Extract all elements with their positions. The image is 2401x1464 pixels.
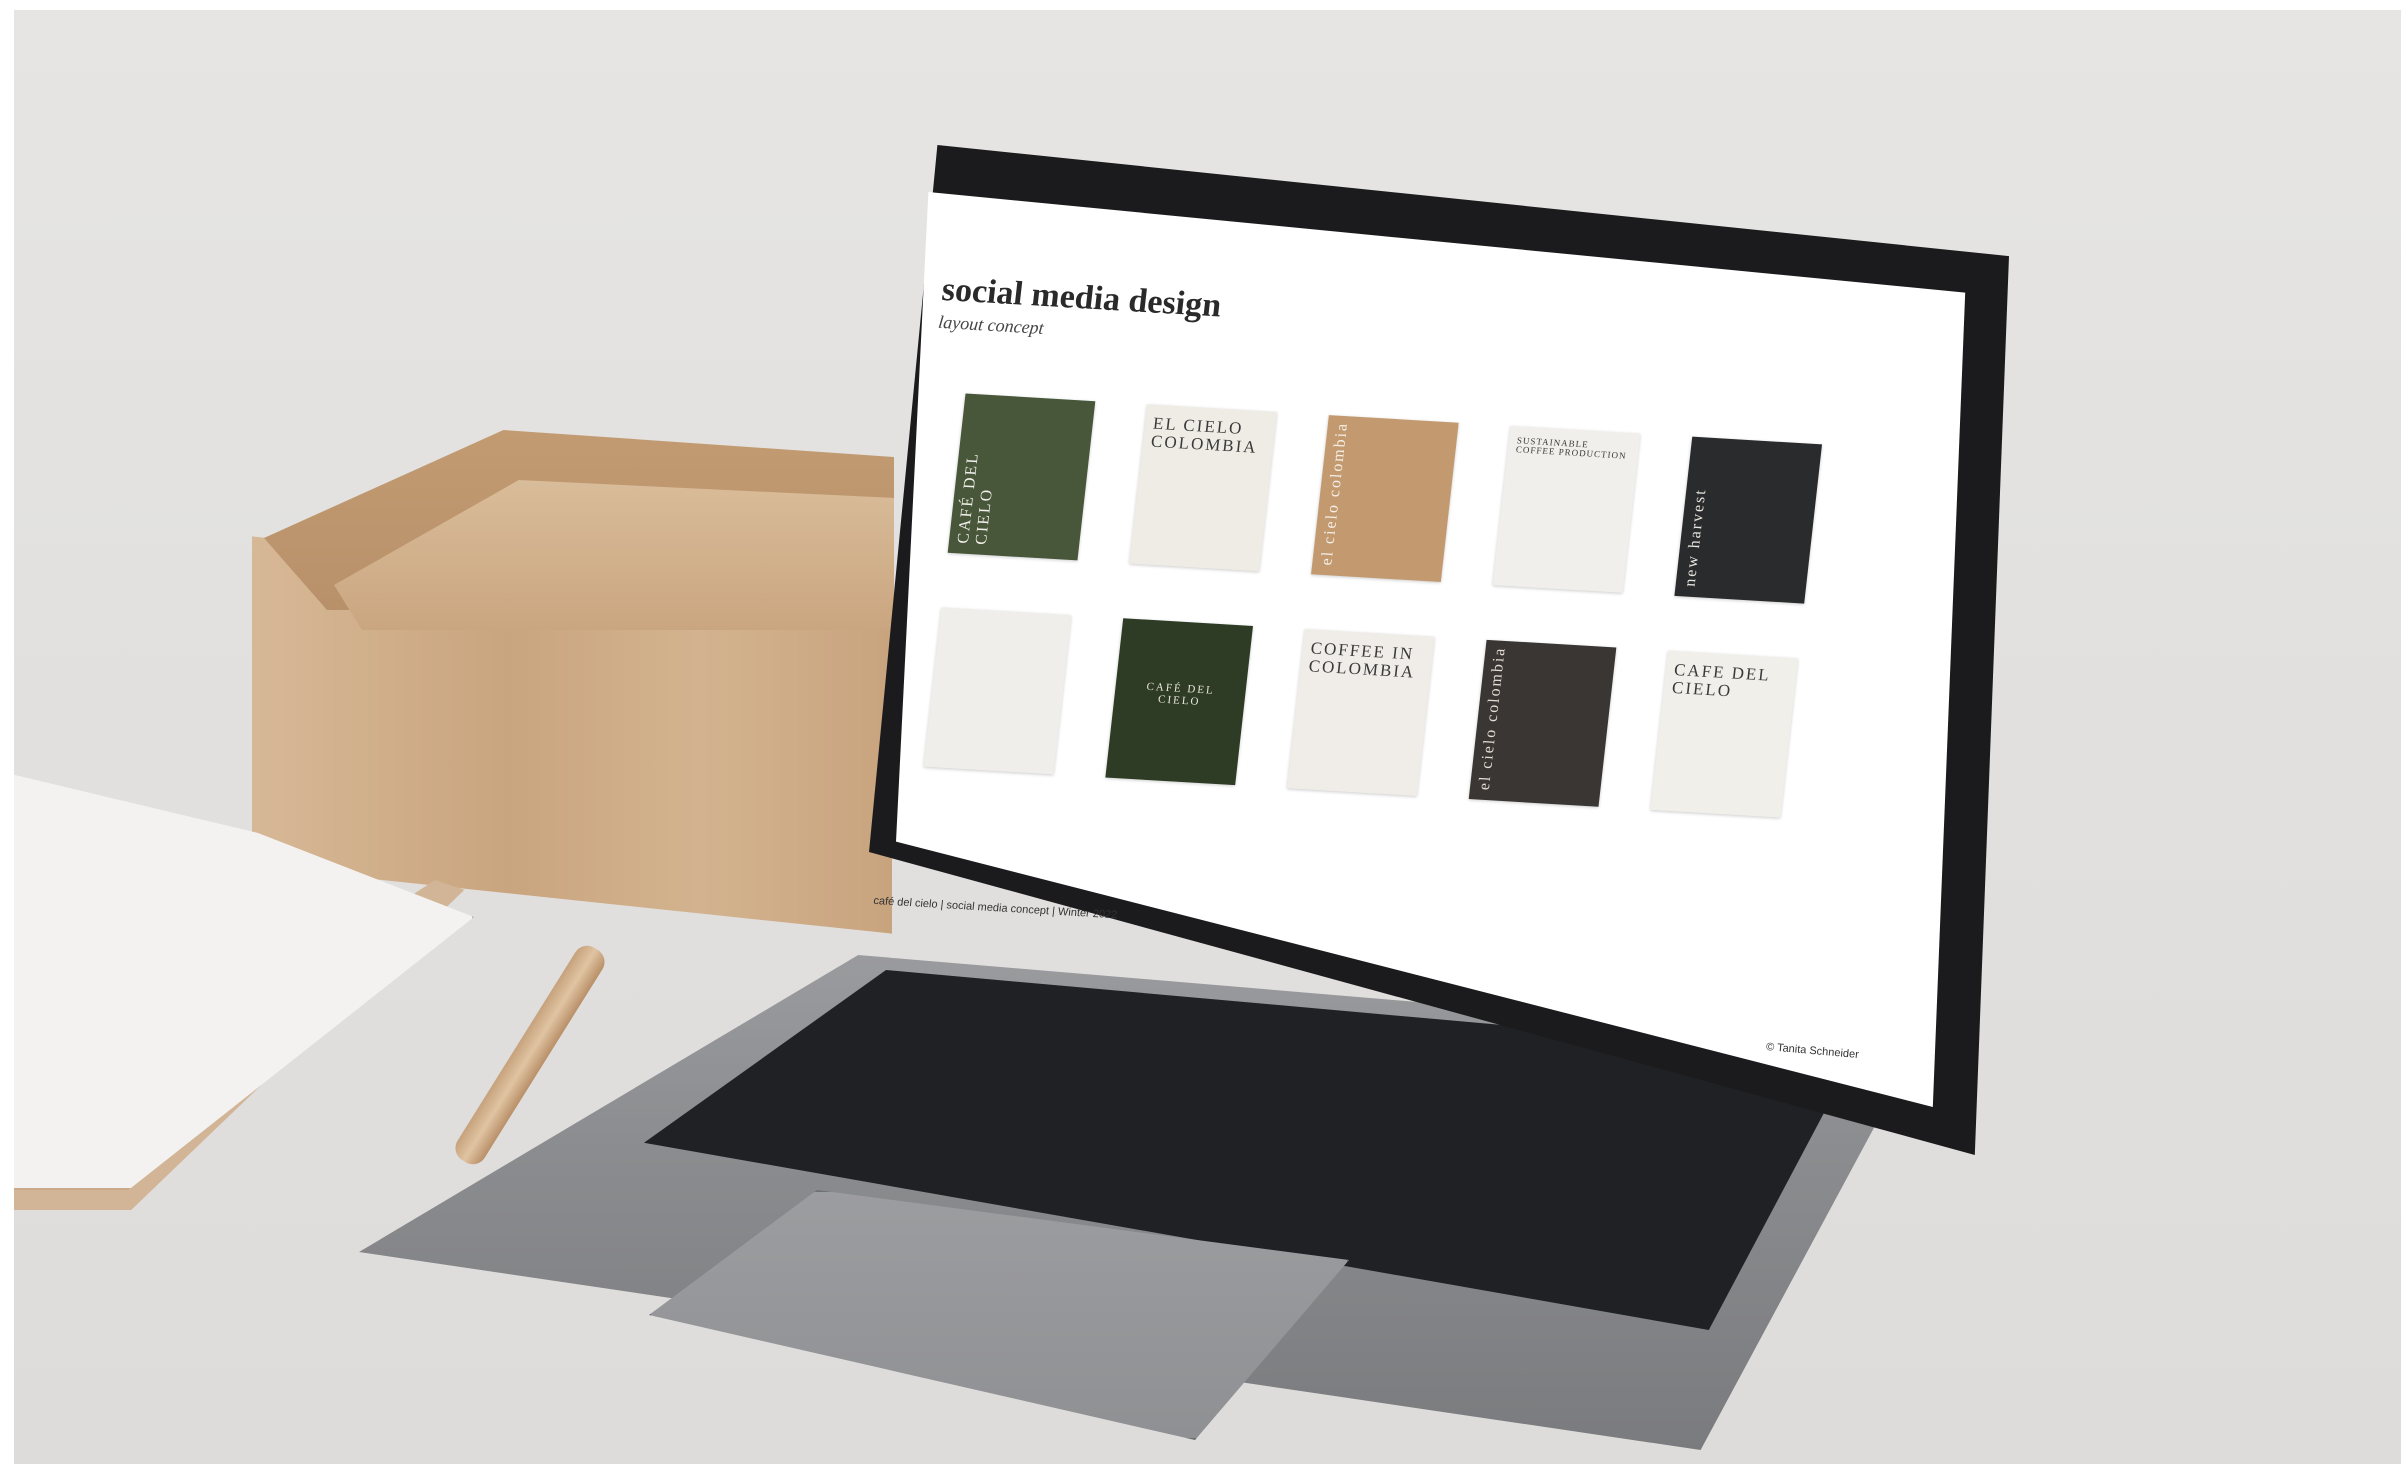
design-tile: new harvest bbox=[1674, 436, 1823, 604]
design-tile: COFFEE IN COLOMBIA bbox=[1287, 629, 1435, 796]
design-tile: CAFE DEL CIELO bbox=[1650, 650, 1799, 818]
design-tile: CAFÉ DEL CIELO bbox=[947, 393, 1096, 561]
design-tile bbox=[923, 607, 1072, 775]
design-tile: CAFÉ DEL CIELO bbox=[1105, 618, 1253, 786]
product-photo: social media design layout concept CAFÉ … bbox=[14, 10, 2401, 1464]
slide-footer: café del cielo | social media concept | … bbox=[872, 894, 1118, 922]
tile-label: CAFÉ DEL CIELO bbox=[954, 452, 997, 546]
tile-label: el cielo colombia bbox=[1475, 645, 1509, 791]
tile-label: CAFÉ DEL CIELO bbox=[1145, 680, 1216, 708]
design-tile: el cielo colombia bbox=[1311, 415, 1459, 583]
tile-label: COFFEE IN COLOMBIA bbox=[1307, 638, 1417, 682]
tile-label: el cielo colombia bbox=[1318, 421, 1352, 566]
design-tile: EL CIELO COLOMBIA bbox=[1129, 404, 1277, 572]
design-tile: el cielo colombia bbox=[1468, 639, 1617, 807]
design-tile: SUSTAINABLE COFFEE PRODUCTION bbox=[1492, 425, 1641, 593]
tile-label: new harvest bbox=[1681, 487, 1710, 588]
tile-label: SUSTAINABLE COFFEE PRODUCTION bbox=[1515, 435, 1628, 462]
slide: social media design layout concept CAFÉ … bbox=[866, 271, 1892, 1025]
tile-grid: CAFÉ DEL CIELO EL CIELO COLOMBIA el cielo … bbox=[912, 393, 1864, 924]
tile-label: CAFE DEL CIELO bbox=[1671, 660, 1772, 701]
tile-label: EL CIELO COLOMBIA bbox=[1150, 413, 1259, 457]
